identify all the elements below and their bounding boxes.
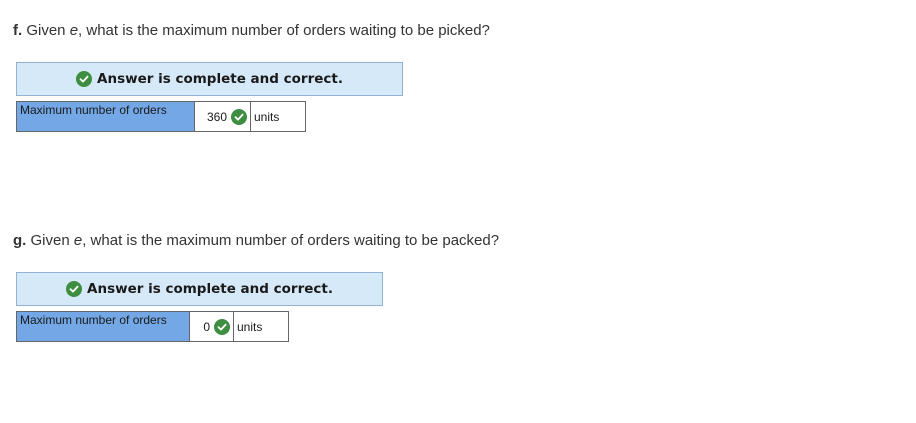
question-text-part: Given (26, 232, 74, 249)
answer-status-text: Answer is complete and correct. (97, 71, 343, 87)
answer-value-field[interactable]: 0 (190, 312, 234, 341)
question-variable: e (69, 22, 79, 39)
question-text-part: , what is the maximum number of orders w… (78, 22, 490, 39)
answer-status-text: Answer is complete and correct. (87, 281, 333, 297)
check-circle-icon (76, 71, 93, 87)
question-g-text: g. Given e, what is the maximum number o… (13, 232, 499, 249)
answer-row: Maximum number of orders 360 units (16, 101, 306, 132)
question-letter: f. (13, 22, 23, 39)
answer-row-label: Maximum number of orders (17, 102, 195, 131)
question-text-part: , what is the maximum number of orders w… (82, 232, 500, 249)
question-variable: e (73, 232, 83, 249)
check-circle-icon (66, 281, 83, 297)
question-text-part: Given (22, 22, 70, 39)
answer-row: Maximum number of orders 0 units (16, 311, 289, 342)
answer-value: 0 (203, 319, 210, 334)
answer-status-banner: Answer is complete and correct. (16, 272, 383, 306)
answer-value-field[interactable]: 360 (195, 102, 251, 131)
question-f-text: f. Given e, what is the maximum number o… (13, 22, 490, 39)
question-letter: g. (13, 232, 27, 249)
answer-status-banner: Answer is complete and correct. (16, 62, 403, 96)
check-circle-icon (214, 318, 230, 335)
answer-value: 360 (206, 109, 227, 124)
answer-unit: units (251, 102, 305, 131)
answer-unit: units (234, 312, 288, 341)
check-circle-icon (231, 108, 247, 125)
answer-row-label: Maximum number of orders (17, 312, 190, 341)
